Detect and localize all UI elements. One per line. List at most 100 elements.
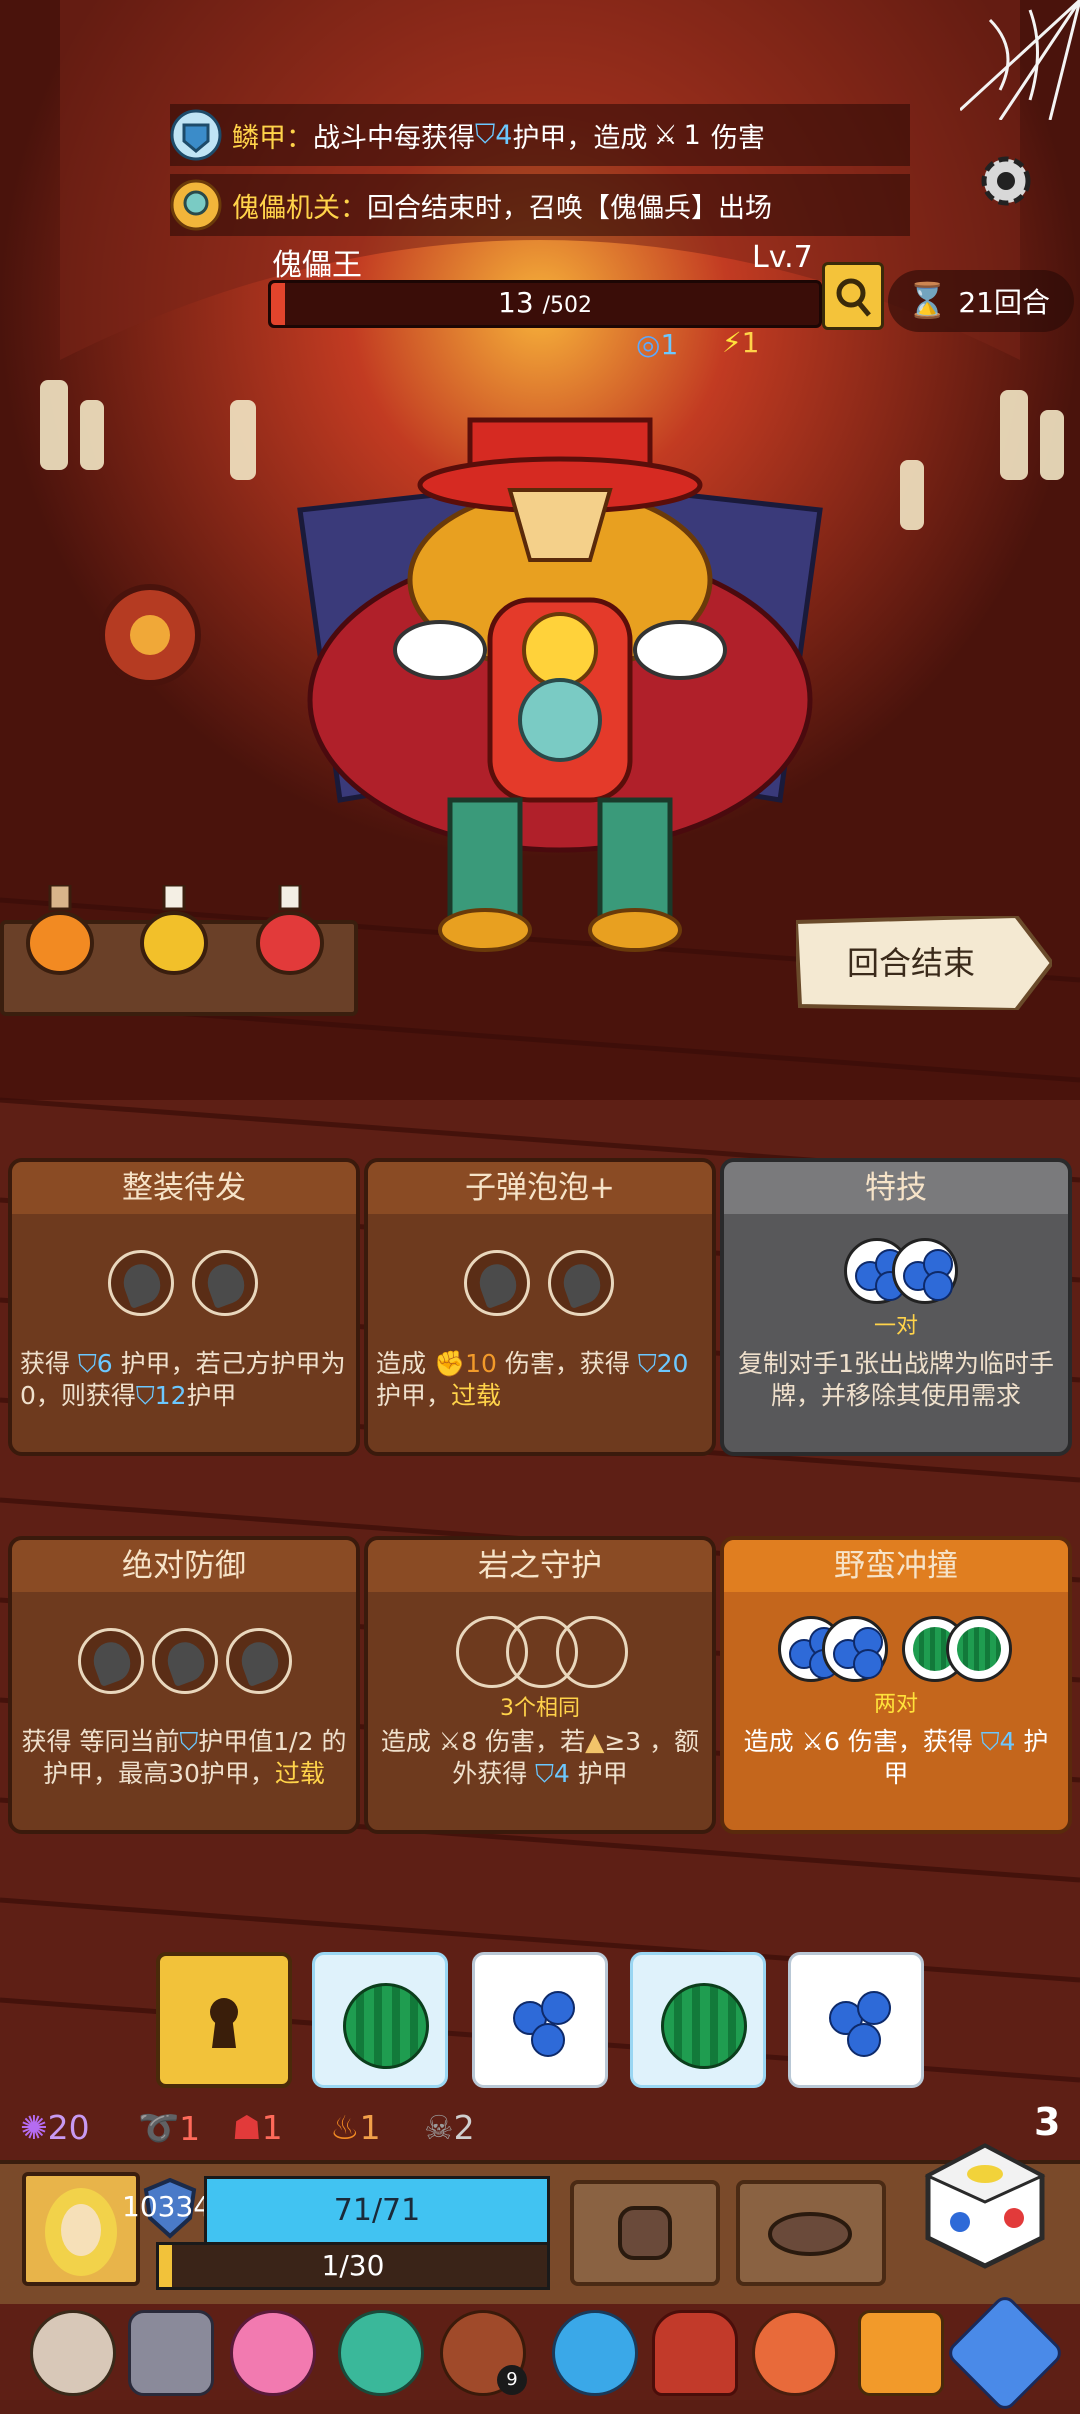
- yellow-potion[interactable]: [140, 883, 208, 975]
- desc-text: 伤害，获得: [504, 1349, 630, 1378]
- damage-value: 8: [461, 1727, 478, 1756]
- gear-icon: [981, 156, 1031, 206]
- desc-text: 造成: [376, 1349, 427, 1378]
- blueberry-die[interactable]: [788, 1952, 924, 2088]
- dice-slot: [226, 1628, 292, 1694]
- red-potion[interactable]: [256, 883, 324, 975]
- shield-icon: ⛉: [135, 1381, 155, 1410]
- card-ready[interactable]: 整装待发 获得 ⛉6 护甲，若己方护甲为0，则获得⛉12护甲: [8, 1158, 360, 1456]
- button-relic-icon[interactable]: 9: [440, 2310, 527, 2396]
- gauntlet-icon: [618, 2206, 672, 2260]
- armor-value: 4: [495, 119, 513, 151]
- status-skull: ☠ 2: [424, 2108, 475, 2147]
- hourglass-icon: ⌛: [906, 281, 949, 321]
- status-value: 20: [47, 2108, 90, 2147]
- player-gold: 10334: [122, 2190, 212, 2223]
- armor-relic-icon[interactable]: [128, 2310, 214, 2396]
- watermelon-die[interactable]: [312, 1952, 448, 2088]
- card-title: 整装待发: [12, 1162, 356, 1214]
- player-hp-text: 71/71: [333, 2193, 421, 2228]
- fire-icon: ♨: [330, 2108, 360, 2147]
- swirl-icon: ➰: [138, 2108, 180, 2147]
- buff-separator: ：: [286, 122, 313, 154]
- boss-hp-bar: 13 /502: [268, 280, 822, 328]
- roll-dice-button[interactable]: [920, 2140, 1050, 2270]
- armor-value: 6: [96, 1349, 113, 1378]
- rock-icon: ▲: [585, 1727, 605, 1756]
- mask-relic-icon[interactable]: [338, 2310, 424, 2396]
- energy-value: 1: [741, 326, 760, 359]
- orange-potion[interactable]: [26, 883, 94, 975]
- dice-slot: [78, 1628, 144, 1694]
- boss-info-button[interactable]: [822, 262, 884, 330]
- club-skill-button[interactable]: [736, 2180, 886, 2286]
- dice-slot-empty: [556, 1616, 628, 1688]
- heart-relic-icon[interactable]: [230, 2310, 316, 2396]
- watermelon-icon: [343, 1983, 429, 2069]
- puppet-mechanism-icon: [170, 179, 222, 231]
- locked-chest-die[interactable]: [156, 1952, 292, 2088]
- armor-value: 4: [553, 1759, 570, 1788]
- cycle-icon: ◎: [636, 328, 661, 361]
- condition-value: ≥3: [604, 1727, 642, 1756]
- keyhole-icon: [210, 1998, 238, 2048]
- turn-counter-text: 21回合: [958, 286, 1050, 319]
- spiderweb-decoration: [960, 0, 1080, 120]
- desc-text: 伤害，若: [485, 1727, 586, 1756]
- watermelon-die[interactable]: [630, 1952, 766, 2088]
- cycle-value: 1: [660, 328, 679, 361]
- relic-count-badge: 9: [497, 2365, 527, 2395]
- buff-scale-armor[interactable]: 鳞甲： 战斗中每获得 ⛉ 4 护甲，造成 ⚔ 1 伤害: [170, 104, 910, 166]
- settings-button[interactable]: [975, 150, 1037, 212]
- player-exp-text: 1/30: [321, 2249, 385, 2282]
- puppet-king-boss[interactable]: [280, 400, 840, 960]
- shield-icon: ⛉: [179, 1727, 199, 1756]
- shield-icon: ⛉: [980, 1727, 1000, 1756]
- boss-name: 傀儡王: [272, 248, 362, 283]
- card-title: 岩之守护: [368, 1540, 712, 1592]
- boss-level: Lv.7: [752, 240, 813, 275]
- buff-name: 傀儡机关: [232, 192, 340, 224]
- card-special-skill[interactable]: 特技 一对 复制对手1张出战牌为临时手牌，并移除其使用需求: [720, 1158, 1072, 1456]
- card-rock-guard[interactable]: 岩之守护 3个相同 造成 ⚔8 伤害，若▲≥3 ，额外获得 ⛉4 护甲: [364, 1536, 716, 1834]
- buff-name: 鳞甲: [232, 122, 286, 154]
- card-bullet-bubble[interactable]: 子弹泡泡+ 造成 ✊10 伤害，获得 ⛉20 护甲，过载: [364, 1158, 716, 1456]
- armor-value: 20: [656, 1349, 689, 1378]
- boss-status-energy: ⚡1: [722, 326, 760, 359]
- buff-text: 伤害: [710, 122, 765, 154]
- lightning-icon: ⚡: [722, 326, 742, 359]
- status-red-swirl: ➰ 1: [138, 2108, 200, 2148]
- fist-icon: ✊: [433, 1349, 466, 1378]
- sword-icon: ⚔: [653, 119, 678, 151]
- shield-icon: ⛉: [475, 119, 496, 150]
- desc-text: 获得 等同当前: [21, 1727, 180, 1756]
- meat-relic-icon[interactable]: [752, 2310, 838, 2396]
- blueberry-die[interactable]: [472, 1952, 608, 2088]
- cake-relic-icon[interactable]: [858, 2310, 944, 2396]
- buff-text: 战斗中每获得: [313, 122, 475, 154]
- dice-slot: [192, 1250, 258, 1316]
- dice-slot-blueberry: [892, 1238, 958, 1304]
- desc-text: 造成: [380, 1727, 431, 1756]
- dice-slot: [108, 1250, 174, 1316]
- boss-hp-max: /502: [542, 293, 592, 318]
- dice-icon: [924, 2143, 1046, 2269]
- status-value: 1: [359, 2108, 381, 2147]
- skull-shield-relic-icon[interactable]: [552, 2310, 638, 2396]
- mirror-relic-icon[interactable]: [30, 2310, 116, 2396]
- buff-puppet-mechanism[interactable]: 傀儡机关： 回合结束时，召唤【傀儡兵】出场: [170, 174, 910, 236]
- card-absolute-defense[interactable]: 绝对防御 获得 等同当前⛉护甲值1/2 的护甲，最高30护甲，过载: [8, 1536, 360, 1834]
- gauntlet-skill-button[interactable]: [570, 2180, 720, 2286]
- card-title: 子弹泡泡+: [368, 1162, 712, 1214]
- shield-icon: ⛉: [535, 1759, 554, 1788]
- card-description: 复制对手1张出战牌为临时手牌，并移除其使用需求: [738, 1349, 1054, 1410]
- dice-slot-blueberry: [822, 1616, 888, 1682]
- player-hp-bar: 71/71: [204, 2176, 550, 2246]
- card-savage-charge[interactable]: 野蛮冲撞 两对 造成 ⚔6 伤害，获得 ⛉4 护甲: [720, 1536, 1072, 1834]
- magnifier-icon: [836, 278, 871, 317]
- desc-text: 护甲: [186, 1381, 237, 1410]
- end-turn-button[interactable]: 回合结束: [796, 916, 1052, 1010]
- helmet-relic-icon[interactable]: [652, 2310, 738, 2396]
- dice-slot: [152, 1628, 218, 1694]
- dice-slot-watermelon: [946, 1616, 1012, 1682]
